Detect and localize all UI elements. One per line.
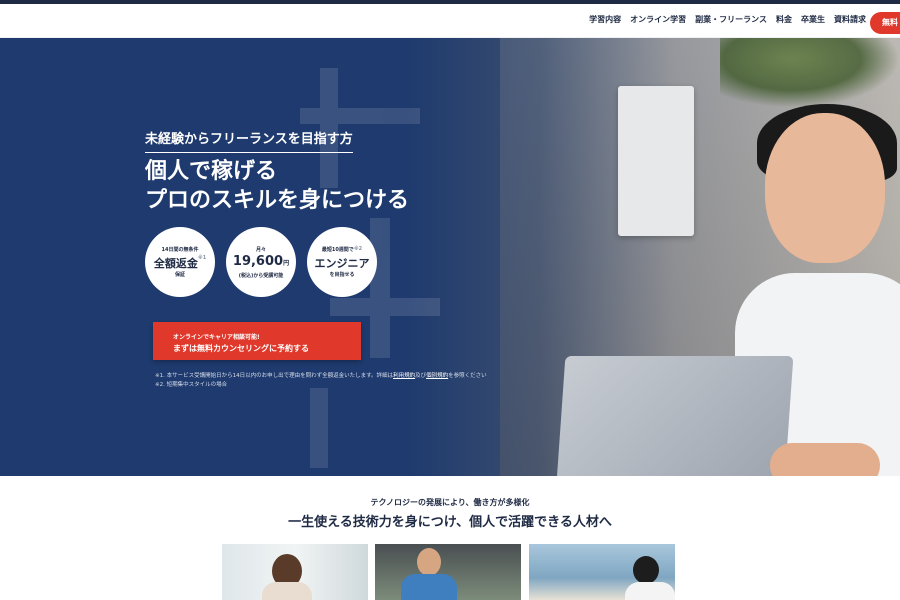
nav-link-pricing[interactable]: 料金 (776, 13, 792, 27)
badge-refund-bottom: 保証 (174, 272, 185, 278)
hero-eyebrow: 未経験からフリーランスを目指す方 (145, 128, 353, 153)
case-photo-beach-body (625, 582, 675, 600)
badge-engineer-top: 最短10週間で※2 (321, 246, 363, 253)
site-header: 学習内容 オンライン学習 副業・フリーランス 料金 卒業生 資料請求 無料 (0, 4, 900, 38)
hero-headline-line2: プロのスキルを身につける (145, 188, 410, 213)
nav-link-curriculum[interactable]: 学習内容 (589, 13, 621, 27)
hero-person-hand (770, 443, 880, 476)
badge-engineer-bottom: を目指せる (329, 272, 355, 278)
badge-price-top: 月々 (255, 247, 266, 253)
badge-refund-top: 14日間の無条件 (161, 247, 199, 253)
badge-price-bottom: (税込)から受講可能 (238, 273, 284, 279)
section-title: 一生使える技術力を身につけ、個人で活躍できる人材へ (288, 515, 612, 530)
nav-link-online-learning[interactable]: オンライン学習 (630, 13, 686, 27)
nav-link-brochure[interactable]: 資料請求 (834, 13, 866, 27)
nav-link-freelance[interactable]: 副業・フリーランス (695, 13, 767, 27)
badge-engineer-weeks: 最短10週間で※2 エンジニア を目指せる (307, 227, 377, 297)
nav-link-graduates[interactable]: 卒業生 (801, 13, 825, 27)
footnote-short-course: ※2. 短期集中スタイルの場合 (155, 382, 228, 388)
hero-headline: 個人で稼げる プロのスキルを身につける (145, 157, 409, 215)
global-nav: 学習内容 オンライン学習 副業・フリーランス 料金 卒業生 資料請求 (589, 13, 866, 27)
footnote-refund: ※1. 本サービス受講開始日から14日以内のお申し出で理由を問わず全額返金いたし… (155, 373, 487, 379)
section-subtitle: テクノロジーの発展により、働き方が多様化 (370, 498, 530, 507)
badge-refund-guarantee: 14日間の無条件 全額返金※1 保証 (145, 227, 215, 297)
case-photo-beach-head (633, 556, 659, 584)
nav-free-cta-button[interactable]: 無料 (870, 12, 900, 34)
hero-wall-panel (618, 86, 694, 236)
badge-monthly-price: 月々 19,600円 (税込)から受講可能 (226, 227, 296, 297)
case-photo-man-head (417, 548, 441, 576)
case-photo-woman (222, 544, 368, 600)
hero-headline-line1: 個人で稼げる (145, 159, 278, 184)
case-photo-woman-body (262, 582, 312, 600)
hero-laptop (554, 356, 794, 476)
counseling-reserve-button[interactable]: オンラインでキャリア相談可能! まずは無料カウンセリングに予約する (153, 322, 361, 360)
case-photo-man-office (375, 544, 521, 600)
cta-subtext: オンラインでキャリア相談可能! (173, 334, 260, 341)
hero-section (0, 38, 900, 476)
individual-terms-link[interactable]: 個別規約 (426, 373, 448, 379)
case-photo-man-beach (529, 544, 675, 600)
terms-link[interactable]: 利用規約 (393, 373, 415, 379)
hero-plant-decoration (720, 38, 900, 108)
case-photo-man-body (401, 574, 457, 600)
cta-label: まずは無料カウンセリングに予約する (173, 344, 309, 353)
badge-refund-main: 全額返金※1 (153, 255, 207, 270)
badge-engineer-main: エンジニア (314, 257, 370, 270)
badge-price-main: 19,600円 (232, 254, 290, 269)
hero-person-face (765, 113, 885, 263)
